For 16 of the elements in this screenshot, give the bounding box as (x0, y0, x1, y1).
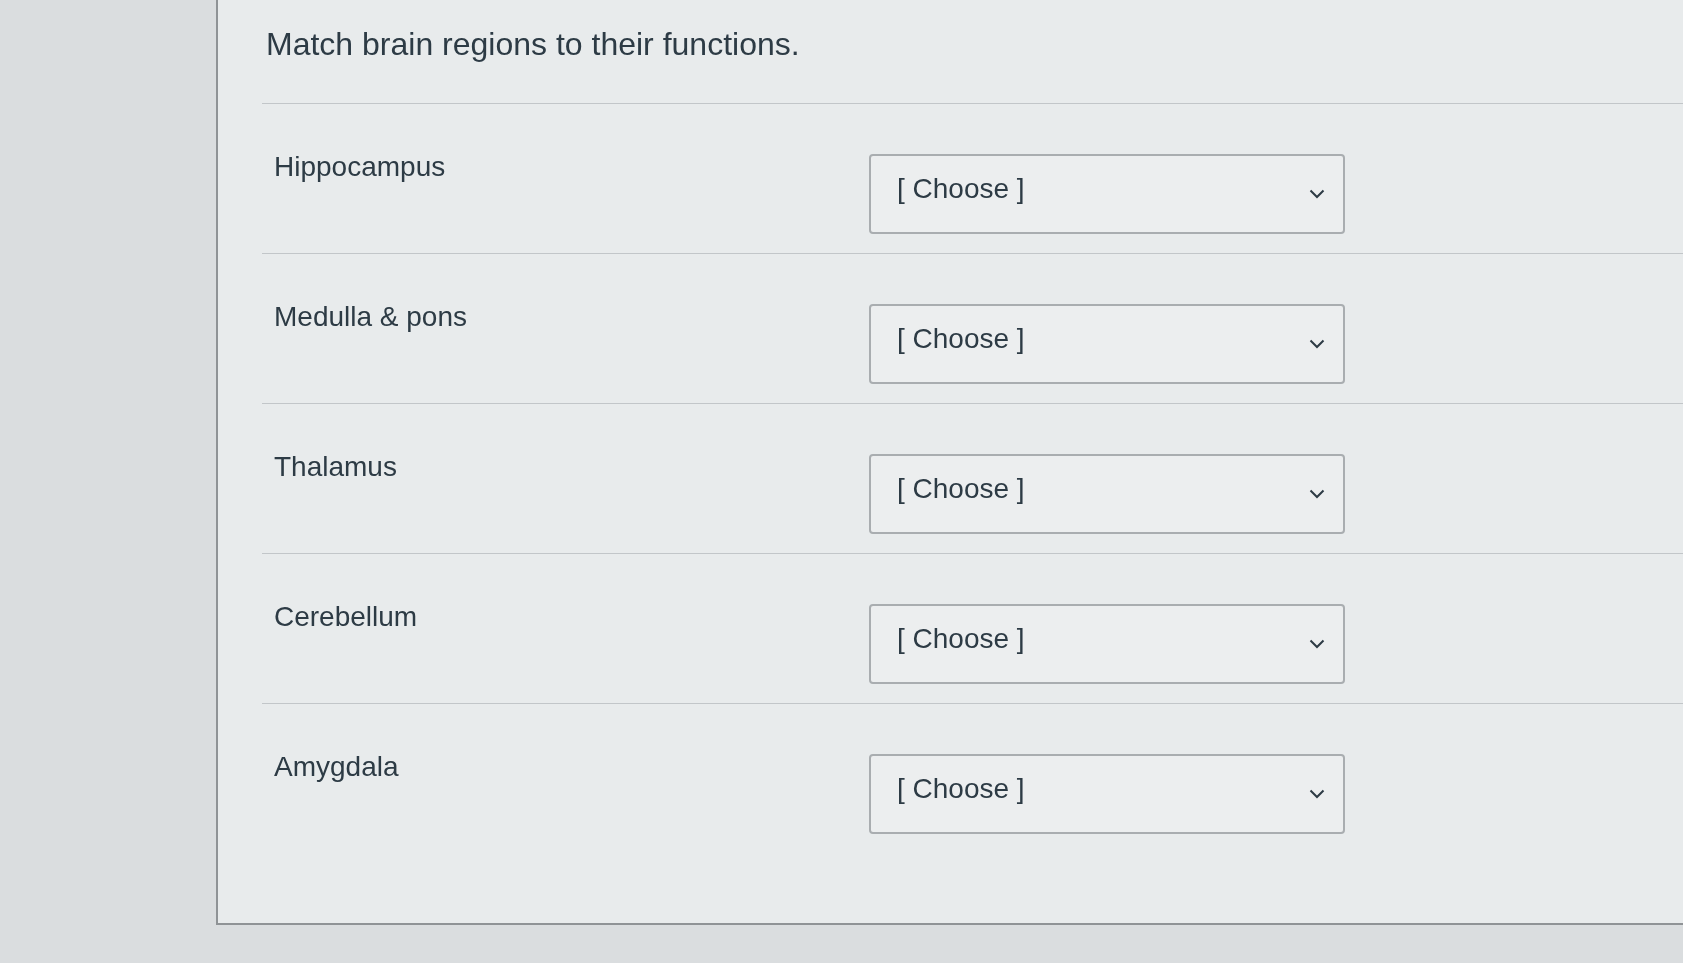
caret-icon (1309, 339, 1325, 349)
answer-dropdown[interactable]: [ Choose ] (869, 604, 1345, 684)
caret-icon (1309, 489, 1325, 499)
question-title: Match brain regions to their functions. (265, 25, 801, 64)
term-label: Amygdala (274, 750, 400, 784)
term-label: Thalamus (274, 450, 398, 484)
answer-dropdown[interactable]: [ Choose ] (869, 754, 1345, 834)
caret-icon (1309, 789, 1325, 799)
caret-icon (1309, 639, 1325, 649)
term-label: Hippocampus (274, 150, 447, 184)
caret-icon (1309, 189, 1325, 199)
answer-dropdown[interactable]: [ Choose ] (869, 454, 1345, 534)
term-label: Cerebellum (274, 600, 419, 634)
answer-dropdown[interactable]: [ Choose ] (869, 154, 1345, 234)
answer-dropdown[interactable]: [ Choose ] (869, 304, 1345, 384)
term-label: Medulla & pons (274, 300, 468, 334)
